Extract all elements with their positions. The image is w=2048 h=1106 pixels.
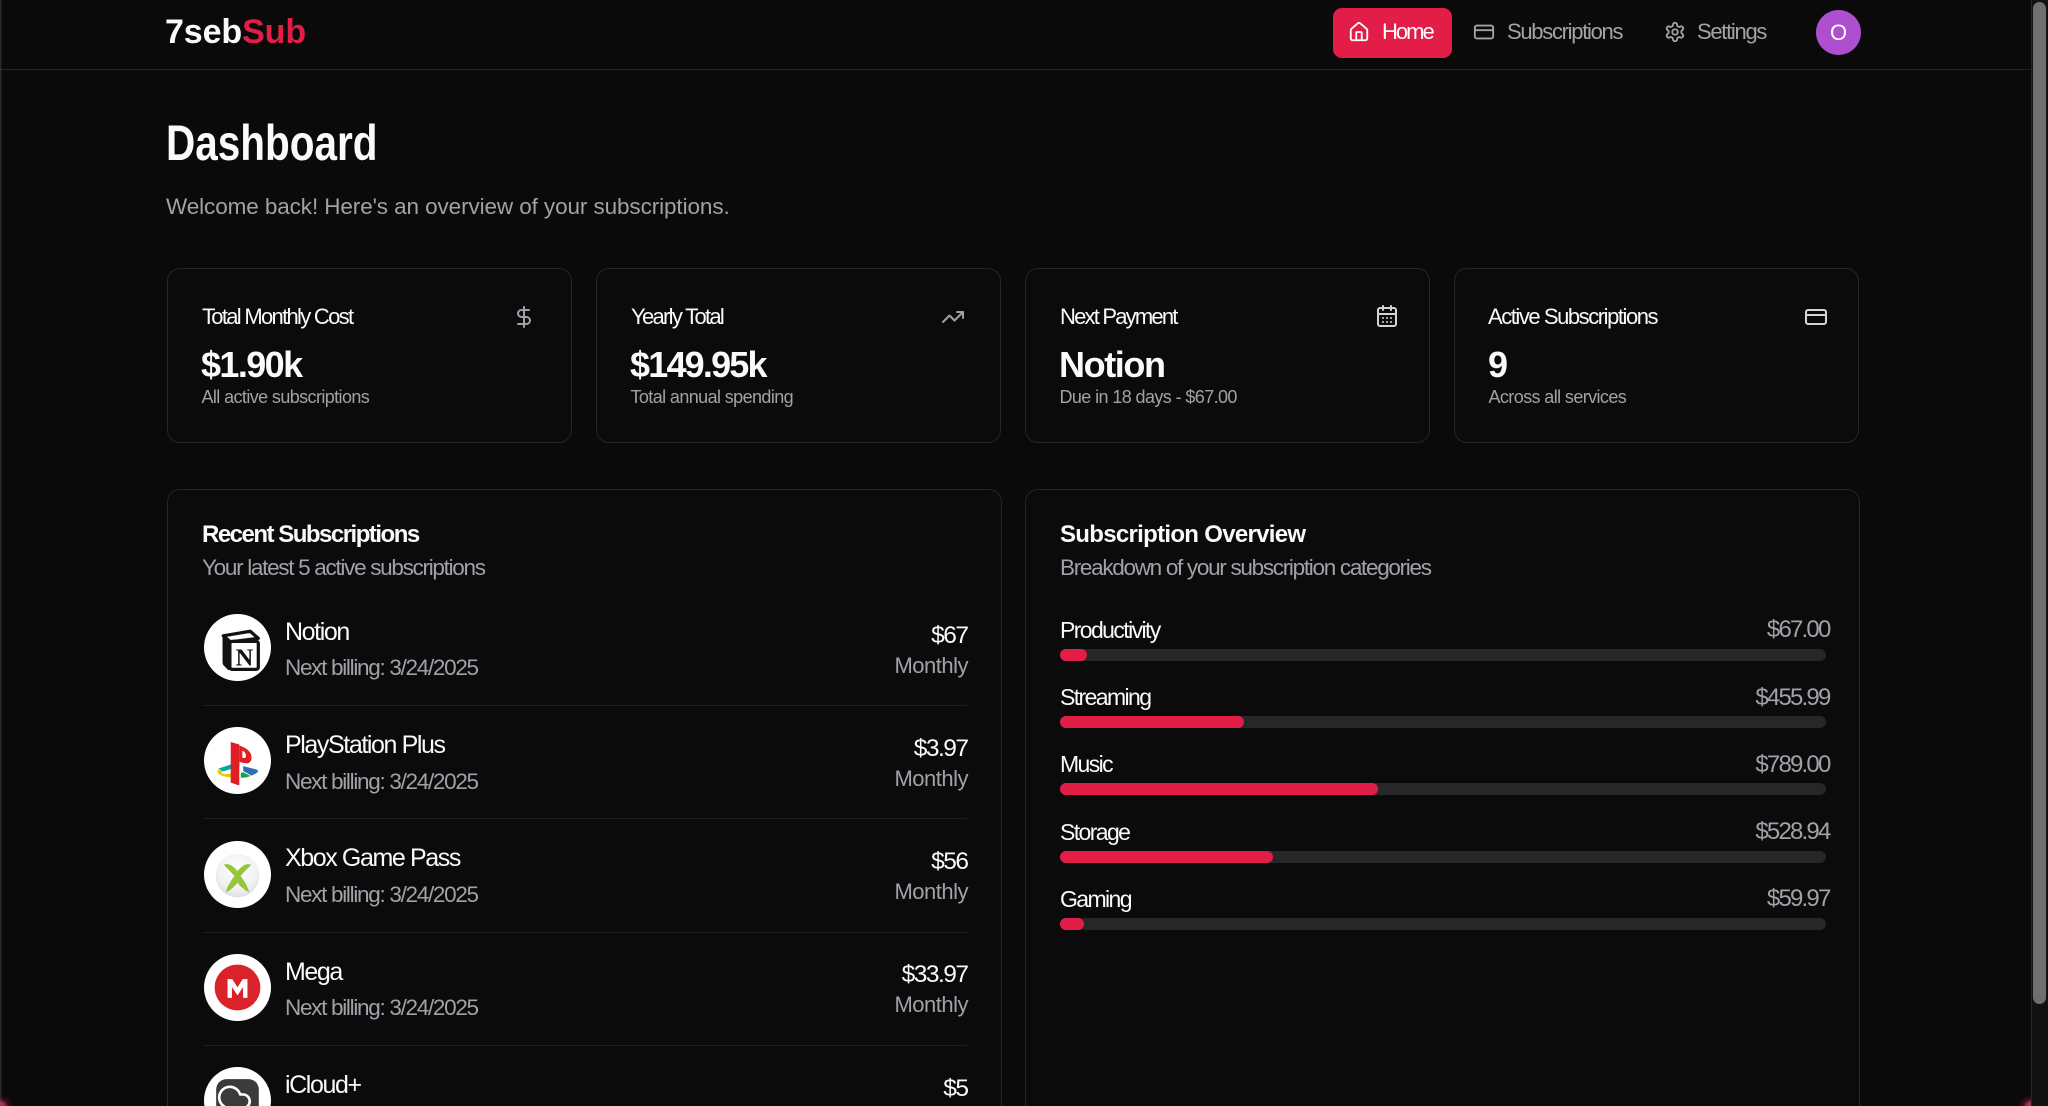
svg-text:N: N bbox=[236, 644, 254, 671]
